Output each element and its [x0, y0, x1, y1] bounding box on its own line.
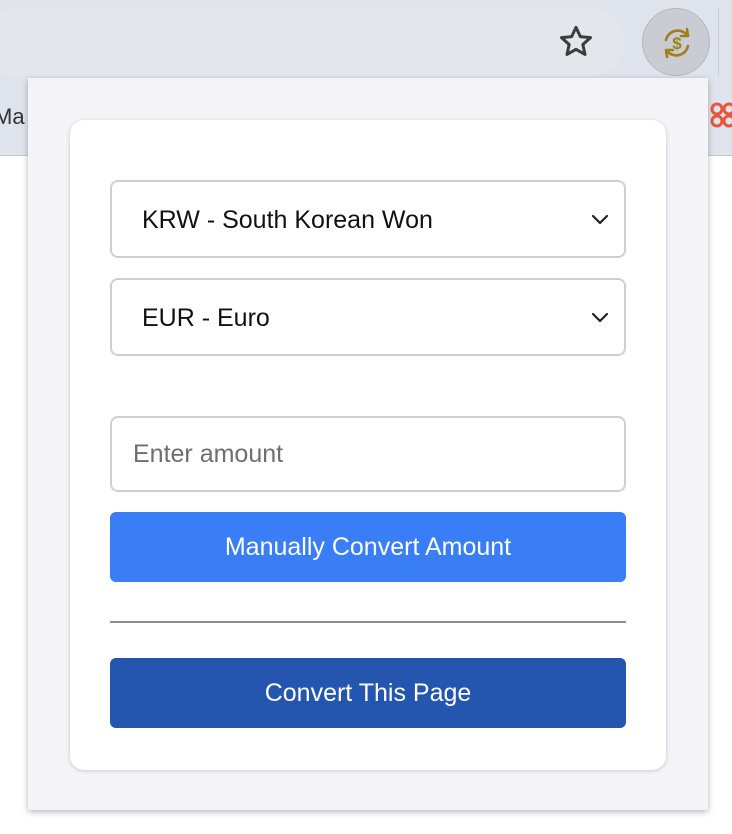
divider [110, 621, 626, 623]
manual-convert-button[interactable]: Manually Convert Amount [110, 512, 626, 582]
to-currency-value: EUR - Euro [142, 304, 270, 332]
bookmark-favicon-icon[interactable] [708, 100, 732, 130]
browser-toolbar: l $ [0, 0, 732, 78]
address-bar[interactable]: l [0, 8, 624, 76]
from-currency-value: KRW - South Korean Won [142, 206, 433, 234]
toolbar-edge [718, 8, 732, 76]
svg-text:$: $ [672, 34, 682, 53]
chevron-down-icon [590, 310, 610, 324]
converter-card: KRW - South Korean Won EUR - Euro Manual… [70, 120, 666, 770]
convert-page-button[interactable]: Convert This Page [110, 658, 626, 728]
chevron-down-icon [590, 212, 610, 226]
to-currency-select[interactable]: EUR - Euro [110, 278, 626, 356]
extension-popup: KRW - South Korean Won EUR - Euro Manual… [28, 78, 708, 810]
currency-extension-button[interactable]: $ [642, 8, 710, 76]
bookmark-star-icon[interactable] [556, 22, 596, 62]
amount-input[interactable] [110, 416, 626, 492]
from-currency-select[interactable]: KRW - South Korean Won [110, 180, 626, 258]
bookmark-item[interactable]: Ma [0, 104, 25, 130]
